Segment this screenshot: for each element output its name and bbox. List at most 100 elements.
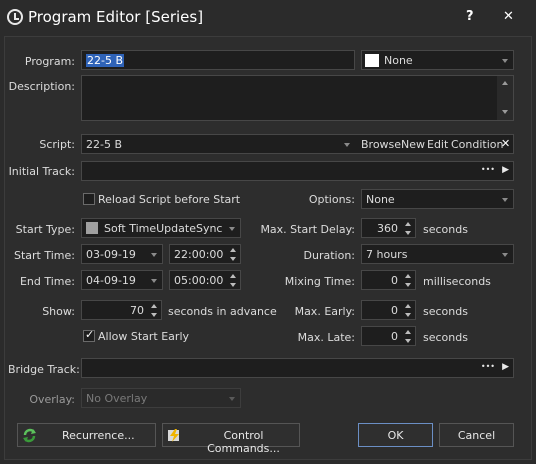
initial-track-input[interactable]: ••• ▶	[81, 161, 514, 181]
max-start-delay-label: Max. Start Delay:	[260, 223, 355, 236]
start-time-label: Start Time:	[14, 249, 75, 262]
program-value: 22-5 B	[86, 54, 125, 67]
script-value: 22-5 B	[86, 138, 123, 151]
description-input[interactable]	[81, 75, 514, 121]
mixing-time-unit: milliseconds	[423, 275, 491, 288]
chevron-down-icon	[502, 59, 508, 63]
more-icon[interactable]: •••	[481, 165, 495, 174]
max-late-value: 0	[391, 330, 398, 343]
cancel-button[interactable]: Cancel	[439, 423, 514, 447]
lightning-icon	[168, 429, 179, 442]
program-input[interactable]: 22-5 B	[81, 50, 355, 70]
end-time-value: 05:00:00	[174, 274, 224, 287]
start-time-value: 22:00:00	[174, 248, 224, 261]
description-scrollbar[interactable]	[497, 76, 513, 120]
max-start-delay-input[interactable]: 360	[361, 218, 416, 238]
program-color-value: None	[384, 54, 413, 67]
recurrence-icon	[23, 428, 36, 443]
recurrence-button[interactable]: Recurrence...	[17, 423, 156, 447]
overlay-value: No Overlay	[86, 392, 148, 405]
max-early-value: 0	[391, 304, 398, 317]
chevron-down-icon	[502, 198, 508, 202]
reload-script-label: Reload Script before Start	[98, 193, 241, 206]
spin-arrows-icon[interactable]	[403, 327, 413, 345]
check-icon: ✓	[85, 328, 95, 341]
duration-label: Duration:	[303, 249, 355, 262]
show-input[interactable]: 70	[81, 300, 162, 320]
help-button[interactable]: ?	[466, 9, 474, 24]
bridge-track-input[interactable]: ••• ▶	[81, 358, 514, 378]
duration-dropdown[interactable]: 7 hours	[361, 244, 514, 264]
spin-arrows-icon[interactable]	[228, 245, 238, 263]
chevron-down-icon	[502, 253, 508, 257]
program-color-dropdown[interactable]: None	[361, 50, 514, 70]
spin-arrows-icon[interactable]	[149, 301, 159, 319]
max-early-label: Max. Early:	[294, 305, 355, 318]
end-time-input[interactable]: 05:00:00	[169, 270, 241, 290]
script-new-button[interactable]: New	[401, 138, 425, 151]
show-value: 70	[130, 304, 144, 317]
play-icon[interactable]: ▶	[502, 362, 509, 372]
spin-arrows-icon[interactable]	[228, 271, 238, 289]
mixing-time-label: Mixing Time:	[284, 275, 355, 288]
script-dropdown[interactable]: 22-5 B	[81, 134, 514, 154]
window-title: Program Editor [Series]	[28, 8, 204, 26]
duration-value: 7 hours	[366, 248, 408, 261]
start-date-picker[interactable]: 03-09-19	[81, 244, 163, 264]
script-browse-button[interactable]: Browse	[361, 138, 401, 151]
ok-label: OK	[387, 429, 404, 442]
max-start-delay-value: 360	[377, 222, 398, 235]
allow-start-early-checkbox[interactable]: ✓	[83, 328, 95, 342]
chevron-down-icon	[229, 227, 235, 231]
play-icon[interactable]: ▶	[502, 165, 509, 175]
start-time-input[interactable]: 22:00:00	[169, 244, 241, 264]
overlay-label: Overlay:	[29, 393, 75, 406]
bridge-track-label: Bridge Track:	[8, 363, 80, 376]
end-time-label: End Time:	[19, 275, 75, 288]
end-date-picker[interactable]: 04-09-19	[81, 270, 163, 290]
max-start-delay-unit: seconds	[423, 223, 468, 236]
start-type-icon	[86, 222, 98, 234]
show-unit: seconds in advance	[168, 305, 277, 318]
spin-arrows-icon[interactable]	[403, 271, 413, 289]
script-label: Script:	[39, 138, 75, 151]
options-dropdown[interactable]: None	[361, 189, 514, 209]
mixing-time-value: 0	[391, 274, 398, 287]
color-swatch	[365, 54, 379, 67]
clock-icon	[7, 9, 23, 25]
chevron-down-icon	[344, 143, 350, 147]
end-date-value: 04-09-19	[86, 274, 136, 287]
ok-button[interactable]: OK	[358, 423, 433, 447]
control-commands-button[interactable]: Control Commands...	[162, 423, 300, 455]
reload-script-checkbox[interactable]	[83, 193, 95, 205]
script-edit-button[interactable]: Edit	[427, 138, 448, 151]
chevron-down-icon	[151, 279, 157, 283]
options-value: None	[366, 193, 395, 206]
max-late-input[interactable]: 0	[361, 326, 416, 346]
initial-track-label: Initial Track:	[8, 165, 75, 178]
program-label: Program:	[24, 55, 75, 68]
scroll-up-icon[interactable]	[502, 81, 508, 85]
scroll-down-icon[interactable]	[502, 110, 508, 114]
control-commands-label: Control Commands...	[207, 429, 280, 455]
recurrence-label: Recurrence...	[62, 429, 135, 442]
mixing-time-input[interactable]: 0	[361, 270, 416, 290]
script-clear-icon[interactable]: ✕	[501, 137, 510, 150]
more-icon[interactable]: •••	[481, 362, 495, 371]
options-label: Options:	[308, 193, 355, 206]
max-late-unit: seconds	[423, 331, 468, 344]
max-early-input[interactable]: 0	[361, 300, 416, 320]
spin-arrows-icon[interactable]	[403, 219, 413, 237]
max-early-unit: seconds	[423, 305, 468, 318]
overlay-dropdown[interactable]: No Overlay	[81, 388, 241, 408]
start-date-value: 03-09-19	[86, 248, 136, 261]
start-type-value: Soft TimeUpdateSync	[104, 222, 223, 235]
script-condition-button[interactable]: Condition	[451, 138, 504, 151]
max-late-label: Max. Late:	[297, 331, 355, 344]
allow-start-early-label: Allow Start Early	[98, 330, 190, 343]
start-type-dropdown[interactable]: Soft TimeUpdateSync	[81, 218, 241, 238]
close-button[interactable]: ✕	[503, 9, 514, 24]
chevron-down-icon	[151, 253, 157, 257]
spin-arrows-icon[interactable]	[403, 301, 413, 319]
cancel-label: Cancel	[457, 429, 496, 442]
